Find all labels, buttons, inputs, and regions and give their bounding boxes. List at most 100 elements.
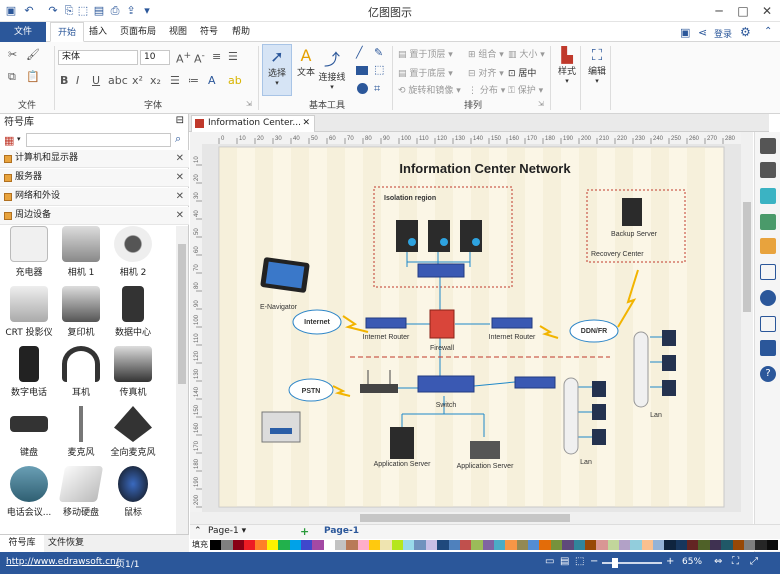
list-icon[interactable]: ☰ <box>170 74 180 87</box>
palette-swatch[interactable] <box>391 540 404 550</box>
isolation-switch[interactable] <box>417 263 465 278</box>
fit-window-icon[interactable]: ⛶ <box>732 556 739 567</box>
palette-swatch[interactable] <box>346 540 358 550</box>
shape-data-center[interactable]: 数据中心 <box>104 286 162 346</box>
pen-tool-icon[interactable]: ✎ <box>374 46 383 59</box>
application-server-2[interactable] <box>470 441 500 459</box>
palette-swatch[interactable] <box>210 540 222 550</box>
settings-icon[interactable]: ⚙ <box>740 25 751 39</box>
zoom-slider-thumb[interactable] <box>612 558 618 568</box>
pages-collapse-icon[interactable]: ⌃ <box>194 526 202 536</box>
layers-panel-icon[interactable] <box>760 238 776 254</box>
palette-swatch[interactable] <box>380 540 392 550</box>
shape-conference-phone[interactable]: 电话会议... <box>0 466 58 526</box>
copy-icon[interactable]: ⧉ <box>8 70 16 84</box>
palette-swatch[interactable] <box>266 540 279 550</box>
style-button[interactable]: ▙ 样式 ▾ <box>554 46 580 85</box>
shape-charger[interactable]: 充电器 <box>0 226 58 286</box>
palette-swatch[interactable] <box>312 540 324 550</box>
isolation-servers[interactable] <box>396 220 482 252</box>
login-link[interactable]: 登录 <box>714 27 732 40</box>
library-menu-chevron-icon[interactable]: ▾ <box>17 135 21 143</box>
font-name-select[interactable]: 宋体 <box>58 50 138 65</box>
shape-headphones[interactable]: 耳机 <box>52 346 110 406</box>
palette-swatch[interactable] <box>573 540 585 550</box>
comments-panel-icon[interactable] <box>760 340 776 356</box>
shape-portable-drive[interactable]: 移动硬盘 <box>52 466 110 526</box>
horizontal-scroll-thumb[interactable] <box>360 514 570 522</box>
shape-microphone[interactable]: 麦克风 <box>52 406 110 466</box>
palette-swatch[interactable] <box>721 540 733 550</box>
palette-swatch[interactable] <box>607 540 619 550</box>
lan-center-pc-3[interactable] <box>592 429 606 445</box>
fullscreen-icon[interactable]: ⤢ <box>750 556 758 567</box>
palette-swatch[interactable] <box>244 540 256 550</box>
share-icon[interactable]: ⋖ <box>698 26 707 39</box>
palette-swatch[interactable] <box>550 540 563 550</box>
palette-swatch[interactable] <box>664 540 676 550</box>
arrange-dialog-launcher-icon[interactable]: ⇲ <box>538 100 544 108</box>
center-button[interactable]: ⊡ 居中 <box>508 66 536 79</box>
send-to-back-button[interactable]: ▤ 置于底层 ▾ <box>398 66 453 79</box>
connector-tool-button[interactable]: ⤴ 连接线 ▾ <box>318 46 346 91</box>
shadow-panel-icon[interactable] <box>760 188 776 204</box>
internet-router-2[interactable] <box>491 317 533 329</box>
shape-keyboard[interactable]: 键盘 <box>0 406 58 466</box>
palette-swatch[interactable] <box>221 540 233 550</box>
palette-swatch[interactable] <box>562 540 574 550</box>
lan-backbone-center[interactable] <box>563 377 579 455</box>
font-size-select[interactable]: 10 <box>140 50 170 65</box>
close-category-icon[interactable]: ✕ <box>176 207 184 224</box>
palette-swatch[interactable] <box>414 540 426 550</box>
library-menu-icon[interactable]: ▦ <box>4 134 14 147</box>
crop-tool-icon[interactable]: ⌗ <box>374 82 380 96</box>
palette-swatch[interactable] <box>459 540 472 550</box>
text-direction-icon[interactable]: ≡ <box>212 50 221 63</box>
main-switch[interactable] <box>417 375 475 393</box>
palette-swatch[interactable] <box>596 540 608 550</box>
tab-insert[interactable]: 插入 <box>82 22 114 42</box>
lan-center-pc-1[interactable] <box>592 381 606 397</box>
page-panel-icon[interactable] <box>760 264 776 280</box>
bold-icon[interactable]: B <box>60 74 68 87</box>
library-search-input[interactable] <box>26 133 171 147</box>
library-category-network[interactable]: 网络和外设 ✕ <box>0 188 189 206</box>
cut-icon[interactable]: ✂ <box>8 48 17 61</box>
close-button[interactable]: ✕ <box>756 2 778 20</box>
strikethrough-icon[interactable]: abc <box>108 74 128 87</box>
tab-file-recovery[interactable]: 文件恢复 <box>48 535 84 552</box>
vertical-scroll-thumb[interactable] <box>743 202 751 312</box>
edit-button[interactable]: ⛶ 编辑 ▾ <box>584 46 610 85</box>
lan-right-pc-1[interactable] <box>662 330 676 346</box>
palette-swatch[interactable] <box>539 540 551 550</box>
palette-swatch[interactable] <box>334 540 347 550</box>
line-panel-icon[interactable] <box>760 162 776 178</box>
tab-symbol[interactable]: 符号 <box>193 22 225 42</box>
group-button[interactable]: ⊞ 组合 ▾ <box>468 47 504 60</box>
size-button[interactable]: ▥ 大小 ▾ <box>508 47 545 60</box>
rectangle-tool-icon[interactable] <box>356 66 368 75</box>
palette-swatch[interactable] <box>732 540 744 550</box>
italic-icon[interactable]: I <box>76 74 79 87</box>
lan-right-pc-2[interactable] <box>662 355 676 371</box>
shape-omni-mic[interactable]: 全向麦克风 <box>104 406 162 466</box>
rotate-mirror-button[interactable]: ⟲ 旋转和镜像 ▾ <box>398 83 461 96</box>
wireless-router[interactable] <box>360 384 398 393</box>
palette-swatch[interactable] <box>709 540 722 550</box>
ellipse-tool-icon[interactable] <box>357 83 368 94</box>
palette-swatch[interactable] <box>641 540 654 550</box>
library-category-peripherals[interactable]: 周边设备 ✕ <box>0 207 189 225</box>
library-category-servers[interactable]: 服务器 ✕ <box>0 169 189 187</box>
palette-swatch[interactable] <box>403 540 415 550</box>
close-category-icon[interactable]: ✕ <box>176 150 184 167</box>
palette-swatch[interactable] <box>425 540 438 550</box>
lan-switch[interactable] <box>514 376 556 389</box>
format-painter-icon[interactable]: 🖌 <box>26 48 40 61</box>
page-select[interactable]: Page-1 ▾ <box>208 526 246 536</box>
close-tab-icon[interactable]: ✕ <box>302 116 310 131</box>
palette-swatch[interactable] <box>687 540 699 550</box>
palette-swatch[interactable] <box>323 540 335 550</box>
palette-swatch[interactable] <box>255 540 267 550</box>
line-tool-icon[interactable]: ╱ <box>356 46 363 59</box>
palette-swatch[interactable] <box>289 540 301 550</box>
